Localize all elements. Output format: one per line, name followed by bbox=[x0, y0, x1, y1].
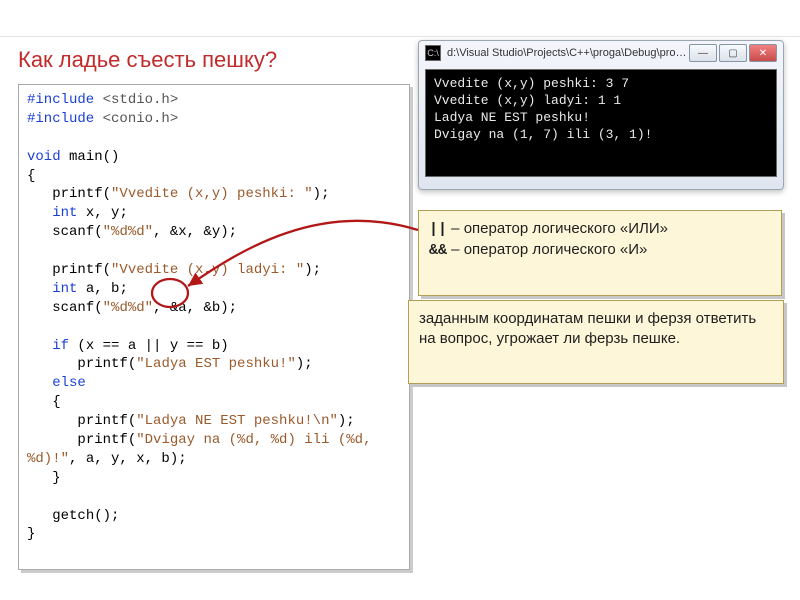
code-token: "%d%d" bbox=[103, 300, 153, 316]
minimize-button[interactable]: — bbox=[689, 44, 717, 62]
code-token: void bbox=[27, 149, 61, 165]
task-note: заданным координатам пешки и ферзя ответ… bbox=[408, 300, 784, 384]
code-token: getch(); bbox=[27, 508, 119, 524]
and-operator-text: – оператор логического «И» bbox=[447, 241, 647, 258]
code-token: "Ladya NE EST peshku!\n" bbox=[136, 413, 338, 429]
code-token: printf( bbox=[27, 356, 136, 372]
code-token: #include bbox=[27, 111, 94, 127]
code-token: "Ladya EST peshku!" bbox=[136, 356, 296, 372]
close-button[interactable]: ✕ bbox=[749, 44, 777, 62]
code-token: "Vvedite (x,y) ladyi: " bbox=[111, 262, 304, 278]
console-window: C:\ d:\Visual Studio\Projects\C++\proga\… bbox=[418, 40, 784, 190]
code-token: , a, y, x, b); bbox=[69, 451, 187, 467]
code-token: printf( bbox=[27, 186, 111, 202]
operators-note: || – оператор логического «ИЛИ» && – опе… bbox=[418, 210, 782, 296]
code-token: } bbox=[27, 526, 35, 542]
code-token: else bbox=[27, 375, 86, 391]
code-token: printf( bbox=[27, 413, 136, 429]
code-token: printf( bbox=[27, 432, 136, 448]
top-bar bbox=[0, 0, 800, 37]
code-token: if bbox=[27, 338, 69, 354]
code-token: #include bbox=[27, 92, 94, 108]
maximize-button[interactable]: ▢ bbox=[719, 44, 747, 62]
code-token: { bbox=[27, 168, 35, 184]
and-operator-symbol: && bbox=[429, 242, 447, 259]
code-token: ); bbox=[296, 356, 313, 372]
or-operator-symbol: || bbox=[429, 221, 447, 238]
code-token: "Vvedite (x,y) peshki: " bbox=[111, 186, 313, 202]
code-token: scanf( bbox=[27, 224, 103, 240]
code-token: scanf( bbox=[27, 300, 103, 316]
console-output: Vvedite (x,y) peshki: 3 7 Vvedite (x,y) … bbox=[425, 69, 777, 177]
code-token: ); bbox=[304, 262, 321, 278]
code-token: x, y; bbox=[77, 205, 127, 221]
code-token: printf( bbox=[27, 262, 111, 278]
console-title: d:\Visual Studio\Projects\C++\proga\Debu… bbox=[447, 47, 687, 59]
code-token: a, b; bbox=[77, 281, 127, 297]
code-token: "%d%d" bbox=[103, 224, 153, 240]
or-operator-text: – оператор логического «ИЛИ» bbox=[447, 220, 668, 237]
console-titlebar: C:\ d:\Visual Studio\Projects\C++\proga\… bbox=[419, 41, 783, 65]
code-token: , &a, &b); bbox=[153, 300, 237, 316]
code-token: int bbox=[27, 205, 77, 221]
code-token: main() bbox=[61, 149, 120, 165]
code-token: } bbox=[27, 470, 61, 486]
code-token: ); bbox=[338, 413, 355, 429]
console-icon: C:\ bbox=[425, 45, 441, 61]
code-token: ); bbox=[313, 186, 330, 202]
code-token: int bbox=[27, 281, 77, 297]
code-token: (x == a || y == b) bbox=[69, 338, 229, 354]
code-token: <conio.h> bbox=[94, 111, 178, 127]
code-block: #include <stdio.h> #include <conio.h> vo… bbox=[18, 84, 410, 570]
code-token: <stdio.h> bbox=[94, 92, 178, 108]
code-token: , &x, &y); bbox=[153, 224, 237, 240]
code-token: { bbox=[27, 394, 61, 410]
task-note-text: заданным координатам пешки и ферзя ответ… bbox=[419, 310, 756, 347]
